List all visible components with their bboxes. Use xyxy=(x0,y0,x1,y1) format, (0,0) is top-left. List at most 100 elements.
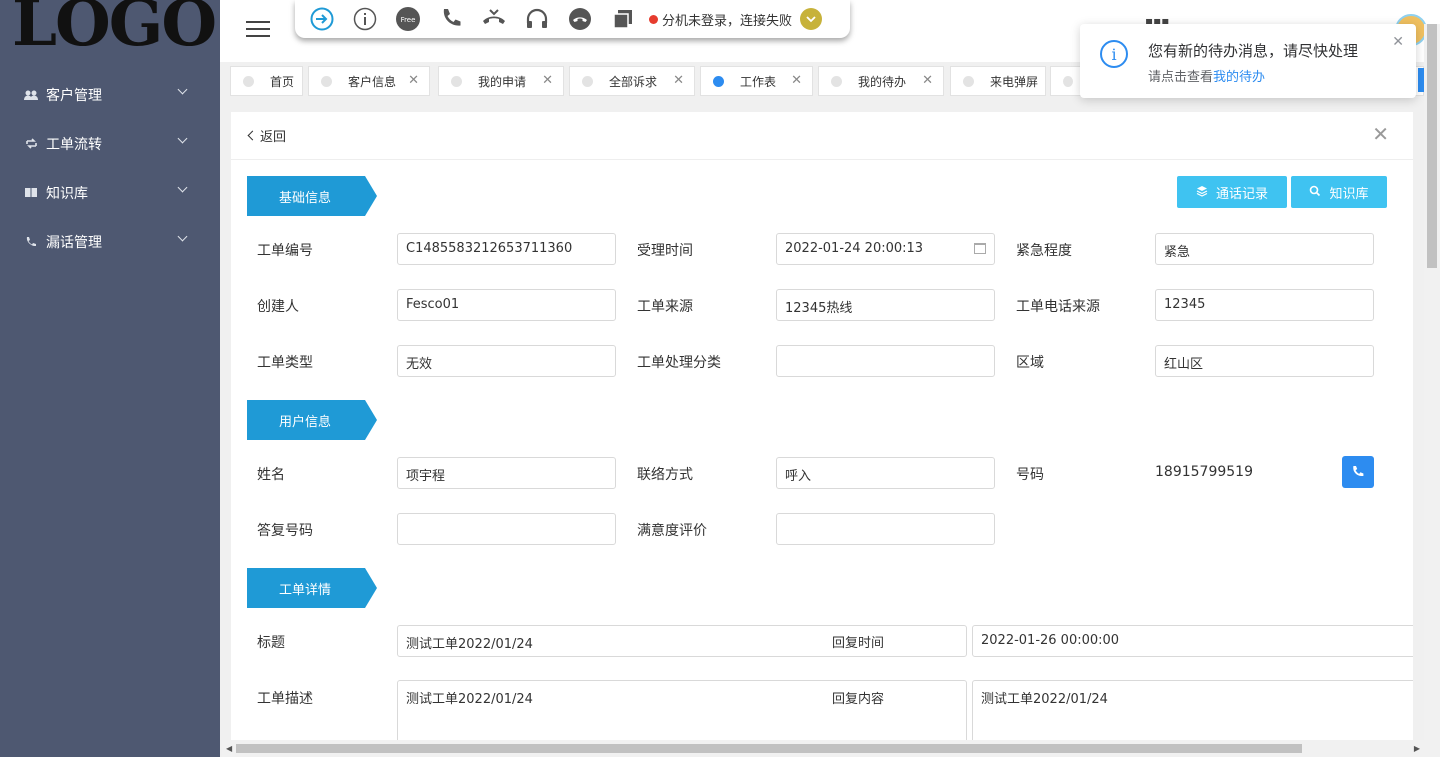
tab-dot xyxy=(831,75,842,87)
sidebar-item-customer[interactable]: 客户管理 xyxy=(0,70,220,119)
close-icon[interactable]: ✕ xyxy=(791,73,802,88)
section-order-detail: 工单详情 xyxy=(247,568,377,608)
contact-field[interactable]: 呼入 xyxy=(776,457,995,489)
type-field[interactable]: 无效 xyxy=(397,345,616,377)
tab-home[interactable]: 首页 xyxy=(230,66,303,96)
chevron-left-icon xyxy=(247,130,258,141)
tab-dot xyxy=(451,75,462,87)
headset-icon[interactable] xyxy=(524,6,550,32)
free-status-icon[interactable]: Free xyxy=(395,6,421,32)
source-field[interactable]: 12345热线 xyxy=(776,289,995,321)
horizontal-scrollbar[interactable]: ◀ ▶ xyxy=(222,740,1424,757)
creator-field[interactable]: Fesco01 xyxy=(397,289,616,321)
divider xyxy=(231,159,1413,160)
call-icon[interactable] xyxy=(438,6,464,32)
close-icon[interactable]: ✕ xyxy=(673,73,684,88)
reply-no-field[interactable] xyxy=(397,513,616,545)
call-records-label: 通话记录 xyxy=(1215,186,1268,202)
section-basic-info: 基础信息 xyxy=(247,176,377,216)
knowledge-label: 知识库 xyxy=(1329,186,1369,202)
side-menu: 客户管理 工单流转 知识库 漏话管理 xyxy=(0,70,220,266)
tab-my-todo[interactable]: 我的待办 ✕ xyxy=(818,66,944,96)
book-icon xyxy=(24,186,38,200)
order-no-label: 工单编号 xyxy=(257,243,313,259)
notification-title: 您有新的待办消息，请尽快处理 xyxy=(1148,42,1359,60)
tab-dot xyxy=(713,75,724,87)
work-order-panel: 返回 ✕ 基础信息 通话记录 知识库 工单编号 C148558321265371… xyxy=(231,112,1413,752)
accept-time-label: 受理时间 xyxy=(637,243,693,259)
reply-no-label: 答复号码 xyxy=(257,523,313,539)
region-label: 区域 xyxy=(1016,355,1044,371)
tab-incoming-popup[interactable]: 来电弹屏 xyxy=(950,66,1046,96)
info-icon[interactable] xyxy=(352,6,378,32)
phone-icon xyxy=(1353,466,1364,477)
status-dot xyxy=(649,14,658,24)
notification-desc-text: 请点击查看 xyxy=(1148,70,1214,85)
close-icon[interactable]: ✕ xyxy=(542,73,553,88)
logo: LOGO xyxy=(12,0,217,61)
notification-toast[interactable]: i 您有新的待办消息，请尽快处理 请点击查看我的待办 ✕ xyxy=(1080,24,1416,98)
region-field[interactable]: 红山区 xyxy=(1155,345,1374,377)
back-button[interactable]: 返回 xyxy=(247,126,287,145)
phone-source-field[interactable]: 12345 xyxy=(1155,289,1374,321)
tab-dot xyxy=(321,75,332,87)
call-records-button[interactable]: 通话记录 xyxy=(1177,176,1287,208)
reply-time-field[interactable]: 2022-01-26 00:00:00 xyxy=(972,625,1413,657)
category-field[interactable] xyxy=(776,345,995,377)
reply-time-label: 回复时间 xyxy=(832,636,885,651)
tab-all-appeals[interactable]: 全部诉求 ✕ xyxy=(569,66,695,96)
urgency-label: 紧急程度 xyxy=(1016,243,1072,259)
vertical-scrollbar[interactable] xyxy=(1424,24,1440,757)
number-value: 18915799519 xyxy=(1155,464,1253,480)
copy-icon[interactable] xyxy=(610,6,636,32)
hangup-transfer-icon[interactable] xyxy=(481,6,507,32)
scroll-left-icon[interactable]: ◀ xyxy=(226,744,232,753)
my-todo-link[interactable]: 我的待办 xyxy=(1213,70,1265,85)
sidebar: LOGO 客户管理 工单流转 知识库 漏话管理 xyxy=(0,0,220,757)
notification-desc: 请点击查看我的待办 xyxy=(1148,66,1265,85)
sidebar-item-knowledge[interactable]: 知识库 xyxy=(0,168,220,217)
scroll-thumb[interactable] xyxy=(236,744,1302,753)
tab-dot xyxy=(1063,75,1073,87)
satisfaction-label: 满意度评价 xyxy=(637,523,707,539)
scroll-right-icon[interactable]: ▶ xyxy=(1414,744,1420,753)
tab-dot xyxy=(243,75,254,87)
back-label: 返回 xyxy=(260,130,287,145)
name-field[interactable]: 项宇程 xyxy=(397,457,616,489)
phone-toolbar: Free 分机未登录，连接失败 xyxy=(295,0,850,38)
dial-button[interactable] xyxy=(1342,456,1374,488)
satisfaction-field[interactable] xyxy=(776,513,995,545)
tab-my-requests[interactable]: 我的申请 ✕ xyxy=(438,66,564,96)
tab-label: 客户信息 xyxy=(348,74,397,89)
menu-toggle-icon[interactable] xyxy=(246,21,270,39)
tab-worksheet[interactable]: 工作表 ✕ xyxy=(700,66,813,96)
sidebar-item-workflow[interactable]: 工单流转 xyxy=(0,119,220,168)
search-icon xyxy=(1309,185,1321,200)
close-icon[interactable]: ✕ xyxy=(1392,34,1404,50)
reply-content-label: 回复内容 xyxy=(832,692,885,707)
name-label: 姓名 xyxy=(257,467,285,483)
layers-icon xyxy=(1196,185,1208,200)
sidebar-item-missed-calls[interactable]: 漏话管理 xyxy=(0,217,220,266)
close-icon[interactable]: ✕ xyxy=(922,73,933,88)
chevron-down-icon xyxy=(177,84,188,95)
chevron-down-icon xyxy=(177,182,188,193)
tab-dot xyxy=(963,75,974,87)
sidebar-item-label: 工单流转 xyxy=(46,136,102,153)
order-no-field[interactable]: C1485583212653711360 xyxy=(397,233,616,265)
login-icon[interactable] xyxy=(309,6,335,32)
number-label: 号码 xyxy=(1016,467,1044,483)
urgency-field[interactable]: 紧急 xyxy=(1155,233,1374,265)
accept-time-field[interactable]: 2022-01-24 20:00:13 xyxy=(776,233,995,265)
tab-label: 全部诉求 xyxy=(609,74,658,89)
scroll-thumb[interactable] xyxy=(1427,24,1437,268)
creator-label: 创建人 xyxy=(257,299,299,315)
close-icon[interactable]: ✕ xyxy=(1372,124,1389,144)
knowledge-button[interactable]: 知识库 xyxy=(1291,176,1387,208)
info-icon: i xyxy=(1100,40,1128,68)
title-label: 标题 xyxy=(257,635,285,651)
hangup-icon[interactable] xyxy=(567,6,593,32)
tab-customer-info[interactable]: 客户信息 ✕ xyxy=(308,66,430,96)
close-icon[interactable]: ✕ xyxy=(408,73,419,88)
chevron-down-icon[interactable] xyxy=(800,8,823,30)
